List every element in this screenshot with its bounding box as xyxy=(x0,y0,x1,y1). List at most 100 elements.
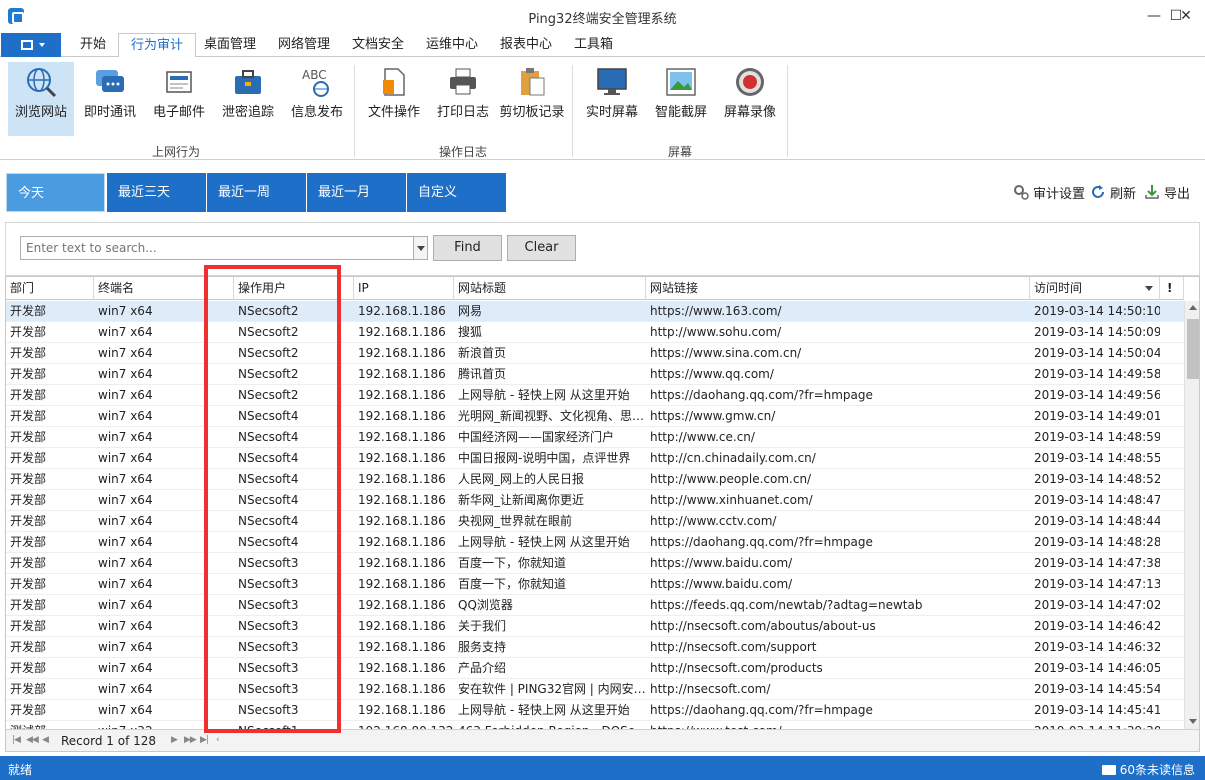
cell-department: 开发部 xyxy=(10,619,47,633)
cell-site-title: 人民网_网上的人民日报 xyxy=(458,472,585,486)
cell-site-url: http://cn.chinadaily.com.cn/ xyxy=(650,451,816,465)
tab-desktop[interactable]: 桌面管理 xyxy=(192,33,268,58)
table-row[interactable]: 开发部 win7 x64 NSecsoft4 192.168.1.186 中国日报网-说… xyxy=(6,448,1184,469)
search-dropdown-button[interactable] xyxy=(413,236,428,260)
cell-ip: 192.168.1.186 xyxy=(358,577,446,591)
cell-ip: 192.168.1.186 xyxy=(358,682,446,696)
table-row[interactable]: 开发部 win7 x64 NSecsoft3 192.168.1.186 产品介绍 htt… xyxy=(6,658,1184,679)
cell-site-title: 服务支持 xyxy=(458,640,507,654)
column-header-terminal[interactable]: 终端名 xyxy=(94,277,206,300)
globe-search-icon xyxy=(27,68,57,98)
table-row[interactable]: 开发部 win7 x64 NSecsoft2 192.168.1.186 新浪首页 htt… xyxy=(6,343,1184,364)
table-row[interactable]: 开发部 win7 x64 NSecsoft4 192.168.1.186 人民网_网上的… xyxy=(6,469,1184,490)
refresh-button[interactable]: 刷新 xyxy=(1090,183,1136,202)
table-row[interactable]: 开发部 win7 x64 NSecsoft3 192.168.1.186 百度一下，你就… xyxy=(6,553,1184,574)
leak-tracking-button[interactable]: 泄密追踪 xyxy=(215,62,281,136)
prev-page-icon[interactable]: ◀◀ xyxy=(26,735,39,745)
first-record-icon[interactable]: |◀ xyxy=(12,735,21,745)
cell-site-url: https://www.gmw.cn/ xyxy=(650,409,776,423)
date-tab-today[interactable]: 今天 xyxy=(6,173,105,212)
table-row[interactable]: 开发部 win7 x64 NSecsoft4 192.168.1.186 央视网_世界就… xyxy=(6,511,1184,532)
smart-screenshot-button[interactable]: 智能截屏 xyxy=(648,62,714,136)
table-row[interactable]: 开发部 win7 x64 NSecsoft4 192.168.1.186 新华网_让新闻… xyxy=(6,490,1184,511)
table-row[interactable]: 开发部 win7 x64 NSecsoft3 192.168.1.186 上网导航 - … xyxy=(6,700,1184,721)
tab-toolbox[interactable]: 工具箱 xyxy=(562,33,625,58)
table-row[interactable]: 开发部 win7 x64 NSecsoft2 192.168.1.186 搜狐 http:… xyxy=(6,322,1184,343)
column-header-site-url[interactable]: 网站链接 xyxy=(646,277,1030,300)
scroll-down-icon[interactable] xyxy=(1189,719,1197,724)
table-row[interactable]: 开发部 win7 x64 NSecsoft4 192.168.1.186 光明网_新闻视… xyxy=(6,406,1184,427)
audit-settings-button[interactable]: 审计设置 xyxy=(1013,183,1085,202)
tab-document-security[interactable]: 文档安全 xyxy=(340,33,416,58)
info-publish-button[interactable]: ABC 信息发布 xyxy=(284,62,350,136)
close-button[interactable]: ✕ xyxy=(1173,4,1199,28)
email-button[interactable]: 电子邮件 xyxy=(146,62,212,136)
cell-terminal: win7 x64 xyxy=(98,514,153,528)
refresh-label: 刷新 xyxy=(1110,187,1137,202)
browse-website-button[interactable]: 浏览网站 xyxy=(8,62,74,136)
column-header-site-title[interactable]: 网站标题 xyxy=(454,277,646,300)
tab-start[interactable]: 开始 xyxy=(68,33,118,58)
date-tab-last-3-days[interactable]: 最近三天 xyxy=(107,173,206,212)
app-menu-button[interactable] xyxy=(1,33,61,57)
table-row[interactable]: 开发部 win7 x64 NSecsoft3 192.168.1.186 QQ浏览器 ht… xyxy=(6,595,1184,616)
last-record-icon[interactable]: ▶| xyxy=(200,735,209,745)
realtime-screen-button[interactable]: 实时屏幕 xyxy=(579,62,645,136)
table-row[interactable]: 开发部 win7 x64 NSecsoft2 192.168.1.186 上网导航 - … xyxy=(6,385,1184,406)
next-record-icon[interactable]: ▶ xyxy=(171,735,178,745)
table-row[interactable]: 开发部 win7 x64 NSecsoft3 192.168.1.186 服务支持 htt… xyxy=(6,637,1184,658)
search-input[interactable] xyxy=(20,236,414,260)
table-row[interactable]: 开发部 win7 x64 NSecsoft3 192.168.1.186 百度一下，你就… xyxy=(6,574,1184,595)
tab-report-center[interactable]: 报表中心 xyxy=(488,33,564,58)
cell-ip: 192.168.1.186 xyxy=(358,493,446,507)
date-tab-last-week[interactable]: 最近一周 xyxy=(207,173,306,212)
cell-site-url: http://nsecsoft.com/ xyxy=(650,682,771,696)
group-separator xyxy=(572,65,573,157)
prev-record-icon[interactable]: ◀ xyxy=(42,735,49,745)
cell-terminal: win7 x64 xyxy=(98,304,153,318)
table-row[interactable]: 开发部 win7 x64 NSecsoft4 192.168.1.186 中国经济网——… xyxy=(6,427,1184,448)
column-header-visit-time[interactable]: 访问时间 xyxy=(1030,277,1160,300)
unread-messages[interactable]: 60条未读信息 xyxy=(1101,761,1195,778)
cell-terminal: win7 x64 xyxy=(98,388,153,402)
column-header-alert[interactable]: ! xyxy=(1160,277,1184,300)
scroll-left-icon[interactable]: ‹ xyxy=(216,735,219,745)
cell-site-url: https://www.baidu.com/ xyxy=(650,577,793,591)
printer-icon xyxy=(450,68,476,95)
cell-visit-time: 2019-03-14 14:45:41 xyxy=(1034,703,1160,717)
table-row[interactable]: 开发部 win7 x64 NSecsoft3 192.168.1.186 关于我们 htt… xyxy=(6,616,1184,637)
cell-site-url: https://www.qq.com/ xyxy=(650,367,774,381)
cell-ip: 192.168.1.186 xyxy=(358,388,446,402)
cell-visit-time: 2019-03-14 14:49:56 xyxy=(1034,388,1160,402)
cell-site-title: 百度一下，你就知道 xyxy=(458,577,567,591)
cell-visit-time: 2019-03-14 14:47:02 xyxy=(1034,598,1160,612)
cell-site-url: https://www.sina.com.cn/ xyxy=(650,346,802,360)
cell-site-url: http://www.people.com.cn/ xyxy=(650,472,812,486)
print-log-button[interactable]: 打印日志 xyxy=(430,62,496,136)
cell-terminal: win7 x64 xyxy=(98,598,153,612)
column-header-ip[interactable]: IP xyxy=(354,277,454,300)
file-operation-button[interactable]: 文件操作 xyxy=(361,62,427,136)
tab-ops-center[interactable]: 运维中心 xyxy=(414,33,490,58)
date-tab-last-month[interactable]: 最近一月 xyxy=(307,173,406,212)
next-page-icon[interactable]: ▶▶ xyxy=(184,735,197,745)
table-row[interactable]: 开发部 win7 x64 NSecsoft3 192.168.1.186 安在软件 | … xyxy=(6,679,1184,700)
tab-behavior-audit[interactable]: 行为审计 xyxy=(118,33,197,58)
cell-site-title: 光明网_新闻视野、文化视角、思… xyxy=(458,409,645,423)
column-header-department[interactable]: 部门 xyxy=(6,277,94,300)
export-button[interactable]: 导出 xyxy=(1144,183,1190,202)
clipboard-record-button[interactable]: 剪切板记录 xyxy=(499,62,565,136)
find-button[interactable]: Find xyxy=(433,235,502,261)
scrollbar-thumb[interactable] xyxy=(1187,319,1199,379)
cell-site-title: 中国日报网-说明中国，点评世界 xyxy=(458,451,631,465)
vertical-scrollbar[interactable] xyxy=(1184,301,1199,729)
screen-record-button[interactable]: 屏幕录像 xyxy=(717,62,783,136)
table-row[interactable]: 开发部 win7 x64 NSecsoft4 192.168.1.186 上网导航 - … xyxy=(6,532,1184,553)
scroll-up-icon[interactable] xyxy=(1189,305,1197,310)
tab-network[interactable]: 网络管理 xyxy=(266,33,342,58)
table-row[interactable]: 开发部 win7 x64 NSecsoft2 192.168.1.186 腾讯首页 htt… xyxy=(6,364,1184,385)
im-button[interactable]: 即时通讯 xyxy=(77,62,143,136)
table-row[interactable]: 开发部 win7 x64 NSecsoft2 192.168.1.186 网易 https… xyxy=(6,301,1184,322)
date-tab-custom[interactable]: 自定义 xyxy=(407,173,506,212)
clear-button[interactable]: Clear xyxy=(507,235,576,261)
